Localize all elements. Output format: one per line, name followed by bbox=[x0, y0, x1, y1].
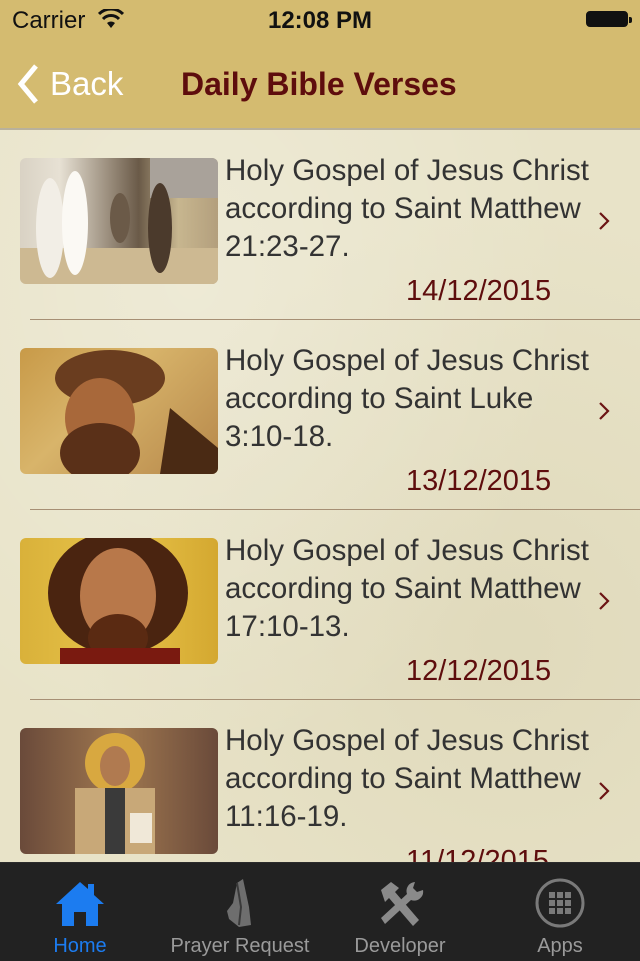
verse-thumbnail bbox=[20, 158, 218, 284]
tab-label: Apps bbox=[537, 935, 583, 957]
tab-label: Home bbox=[53, 935, 107, 957]
verse-title: Holy Gospel of Jesus Christ according to… bbox=[225, 724, 589, 833]
chevron-left-icon bbox=[17, 64, 38, 104]
verse-row[interactable]: Holy Gospel of Jesus Christ according to… bbox=[0, 700, 640, 862]
verse-row[interactable]: Holy Gospel of Jesus Christ according to… bbox=[0, 320, 640, 510]
tab-label: Developer bbox=[354, 935, 446, 957]
page-title: Daily Bible Verses bbox=[181, 66, 457, 102]
verse-date: 11/12/2015 bbox=[406, 845, 549, 862]
verse-thumbnail bbox=[20, 538, 218, 664]
tab-home[interactable]: Home bbox=[0, 863, 160, 961]
verse-list[interactable]: Holy Gospel of Jesus Christ according to… bbox=[0, 130, 640, 862]
verse-title: Holy Gospel of Jesus Christ according to… bbox=[225, 154, 589, 263]
chevron-right-icon bbox=[599, 402, 610, 420]
apps-grid-icon bbox=[535, 878, 585, 928]
back-button[interactable]: Back bbox=[16, 62, 123, 106]
verse-row[interactable]: Holy Gospel of Jesus Christ according to… bbox=[0, 130, 640, 320]
tab-bar: Home Prayer Request Developer Apps bbox=[0, 862, 640, 961]
back-label: Back bbox=[50, 65, 124, 102]
house-icon bbox=[56, 882, 104, 926]
verse-thumbnail bbox=[20, 728, 218, 854]
verse-date: 14/12/2015 bbox=[406, 275, 552, 307]
chevron-right-icon bbox=[599, 592, 610, 610]
verse-thumbnail bbox=[20, 348, 218, 474]
battery-icon bbox=[586, 11, 632, 27]
tab-apps[interactable]: Apps bbox=[480, 863, 640, 961]
verse-date: 13/12/2015 bbox=[406, 465, 552, 497]
navigation-header: Carrier 12:08 PM Back Daily Bible Verses bbox=[0, 0, 640, 130]
tab-prayer-request[interactable]: Prayer Request bbox=[160, 863, 320, 961]
verse-title: Holy Gospel of Jesus Christ according to… bbox=[225, 344, 589, 453]
verse-title: Holy Gospel of Jesus Christ according to… bbox=[225, 534, 589, 643]
tools-icon bbox=[381, 882, 424, 926]
verse-row[interactable]: Holy Gospel of Jesus Christ according to… bbox=[0, 510, 640, 700]
status-bar: Carrier 12:08 PM bbox=[0, 0, 640, 40]
chevron-right-icon bbox=[599, 212, 610, 230]
chevron-right-icon bbox=[599, 782, 610, 800]
verse-date: 12/12/2015 bbox=[406, 655, 552, 687]
tab-developer[interactable]: Developer bbox=[320, 863, 480, 961]
status-time: 12:08 PM bbox=[267, 7, 373, 34]
praying-hands-icon bbox=[227, 879, 251, 927]
tab-label: Prayer Request bbox=[170, 935, 310, 957]
